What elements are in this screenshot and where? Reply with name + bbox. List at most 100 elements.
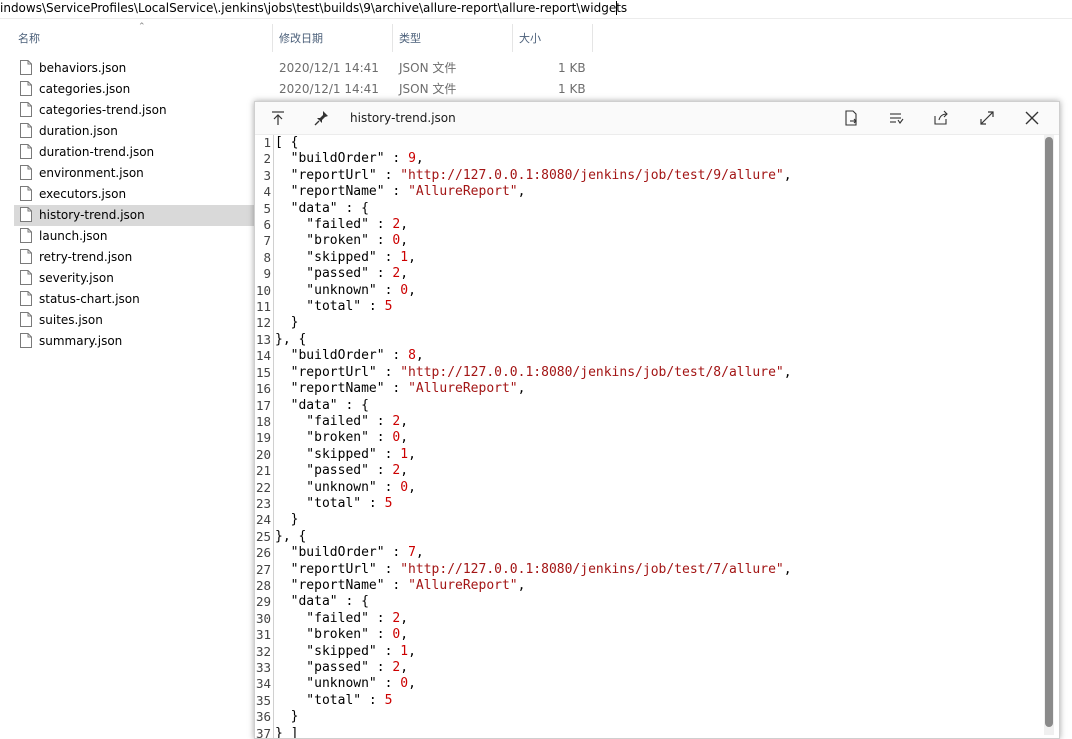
close-icon[interactable] (1022, 109, 1042, 127)
line-text: "passed" : 2, (275, 266, 409, 282)
code-line: 12 } (255, 315, 1041, 331)
file-row[interactable]: duration-trend.json (14, 142, 254, 163)
code-line: 30 "failed" : 2, (255, 611, 1041, 627)
code-line: 7 "broken" : 0, (255, 233, 1041, 249)
line-text: } (275, 709, 299, 725)
line-number: 24 (255, 512, 271, 528)
pin-top-icon[interactable] (268, 109, 288, 127)
file-row[interactable]: behaviors.json (14, 58, 254, 79)
file-row[interactable]: retry-trend.json (14, 247, 254, 268)
line-text: "skipped" : 1, (275, 446, 416, 462)
address-path[interactable]: indows\ServiceProfiles\LocalService\.jen… (0, 0, 627, 16)
line-number: 12 (255, 315, 271, 331)
file-icon (20, 102, 32, 117)
file-name: duration.json (39, 124, 118, 138)
code-line: 17 "data" : { (255, 398, 1041, 414)
code-line: 29 "data" : { (255, 594, 1041, 610)
file-row[interactable]: suites.json (14, 310, 254, 331)
file-row[interactable]: environment.json (14, 163, 254, 184)
list-icon[interactable] (886, 109, 906, 127)
column-divider[interactable] (392, 24, 393, 52)
line-text: "reportName" : "AllureReport", (275, 577, 526, 593)
line-text: "failed" : 2, (275, 610, 409, 626)
file-icon (20, 60, 32, 75)
expand-icon[interactable] (977, 109, 997, 127)
column-divider[interactable] (592, 24, 593, 52)
line-text: "unknown" : 0, (275, 282, 416, 298)
line-text: "data" : { (275, 397, 369, 413)
code-line: 15 "reportUrl" : "http://127.0.0.1:8080/… (255, 365, 1041, 381)
code-viewer[interactable]: 1[ {2 "buildOrder" : 9, 3 "reportUrl" : "… (255, 135, 1041, 738)
line-text: "skipped" : 1, (275, 643, 416, 659)
column-header-name[interactable]: 名称 (18, 28, 268, 52)
pin-icon[interactable] (312, 109, 332, 127)
vertical-scrollbar[interactable] (1044, 135, 1054, 735)
scrollbar-thumb[interactable] (1045, 137, 1053, 727)
column-divider[interactable] (272, 24, 273, 52)
quick-look-preview-window[interactable]: history-trend.json 1[ {2 "buildOrder": … (254, 101, 1060, 739)
line-text: "reportUrl" : "http://127.0.0.1:8080/jen… (275, 167, 792, 183)
file-icon (20, 333, 32, 348)
line-number: 17 (255, 397, 271, 413)
line-number: 37 (255, 725, 271, 738)
line-number: 16 (255, 381, 271, 397)
code-line: 10 "unknown" : 0, (255, 283, 1041, 299)
line-text: "broken" : 0, (275, 627, 409, 643)
column-divider[interactable] (512, 24, 513, 52)
file-row[interactable]: categories-trend.json (14, 100, 254, 121)
line-number: 25 (255, 528, 271, 544)
file-modified: 2020/12/1 14:41 (279, 82, 379, 96)
code-line: 22 "unknown" : 0, (255, 480, 1041, 496)
line-number: 30 (255, 610, 271, 626)
share-icon[interactable] (931, 109, 951, 127)
file-row[interactable]: severity.json (14, 268, 254, 289)
line-number: 3 (263, 167, 271, 183)
line-text: "reportName" : "AllureReport", (275, 381, 526, 397)
line-number: 27 (255, 561, 271, 577)
file-name: status-chart.json (39, 292, 140, 306)
file-icon (20, 249, 32, 264)
file-row[interactable]: status-chart.json (14, 289, 254, 310)
file-name: severity.json (39, 271, 114, 285)
line-number: 29 (255, 594, 271, 610)
file-icon (20, 312, 32, 327)
code-line: 14 "buildOrder" : 8, (255, 348, 1041, 364)
file-icon (20, 270, 32, 285)
line-number: 2 (263, 151, 271, 167)
line-number: 36 (255, 709, 271, 725)
column-header-type[interactable]: 类型 (399, 28, 509, 52)
line-number: 9 (263, 266, 271, 282)
file-row[interactable]: history-trend.json (14, 205, 254, 226)
code-line: 18 "failed" : 2, (255, 414, 1041, 430)
line-number: 20 (255, 446, 271, 462)
line-text: "data" : { (275, 594, 369, 610)
line-number: 22 (255, 479, 271, 495)
line-number: 23 (255, 495, 271, 511)
code-line: 25}, { (255, 529, 1041, 545)
line-number: 34 (255, 676, 271, 692)
file-icon (20, 165, 32, 180)
file-row[interactable]: categories.json (14, 79, 254, 100)
line-text: "unknown" : 0, (275, 676, 416, 692)
code-line: 13}, { (255, 332, 1041, 348)
file-row[interactable]: launch.json (14, 226, 254, 247)
code-line: 26 "buildOrder" : 7, (255, 545, 1041, 561)
column-header-size[interactable]: 大小 (519, 28, 589, 52)
line-text: "total" : 5 (275, 495, 393, 511)
line-text: "data" : { (275, 200, 369, 216)
file-icon (20, 81, 32, 96)
column-header-modified[interactable]: 修改日期 (279, 28, 389, 52)
code-line: 28 "reportName" : "AllureReport", (255, 578, 1041, 594)
file-row[interactable]: duration.json (14, 121, 254, 142)
line-number: 10 (255, 282, 271, 298)
address-bar[interactable]: indows\ServiceProfiles\LocalService\.jen… (0, 0, 1072, 19)
code-line: 24 } (255, 512, 1041, 528)
line-text: "buildOrder" : 9, (275, 151, 424, 167)
file-row[interactable]: summary.json (14, 331, 254, 352)
file-type: JSON 文件 (399, 61, 457, 75)
open-file-icon[interactable] (841, 109, 861, 127)
code-line: 21 "passed" : 2, (255, 463, 1041, 479)
file-name: categories-trend.json (39, 103, 167, 117)
file-row[interactable]: executors.json (14, 184, 254, 205)
code-line: 6 "failed" : 2, (255, 217, 1041, 233)
